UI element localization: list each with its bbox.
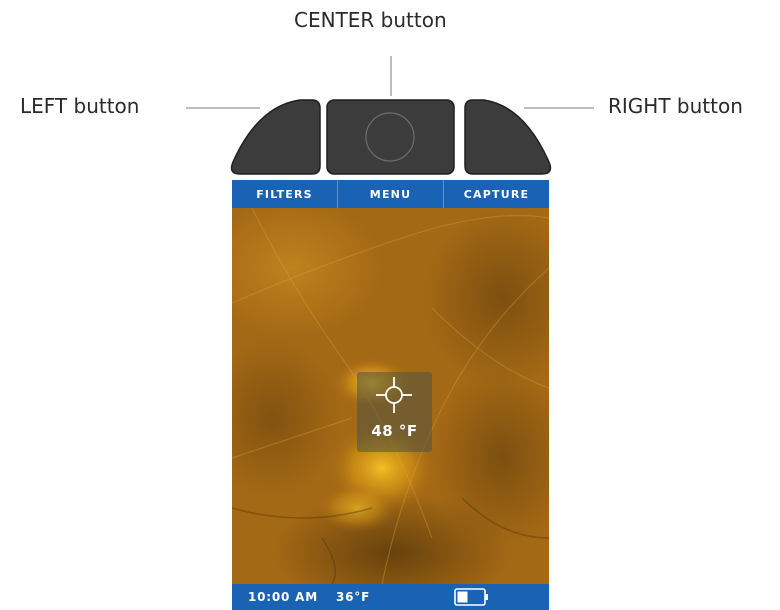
right-button[interactable] bbox=[464, 99, 552, 175]
softkey-bar: FILTERS MENU CAPTURE bbox=[232, 180, 549, 208]
clock-readout: 10:00 AM bbox=[248, 590, 319, 604]
device-screen: FILTERS MENU CAPTURE 48 °F 10:00 AM 36°F bbox=[232, 180, 549, 610]
ambient-temperature: 36°F bbox=[336, 590, 371, 604]
center-button[interactable] bbox=[326, 99, 455, 175]
left-button[interactable] bbox=[230, 99, 321, 175]
softkey-filters[interactable]: FILTERS bbox=[232, 180, 338, 208]
spot-meter: 48 °F bbox=[357, 372, 432, 452]
status-bar: 10:00 AM 36°F bbox=[232, 584, 549, 610]
softkey-capture[interactable]: CAPTURE bbox=[444, 180, 549, 208]
spot-temperature: 48 °F bbox=[371, 422, 418, 440]
crosshair-icon bbox=[376, 377, 412, 413]
battery-icon bbox=[454, 588, 488, 606]
softkey-menu[interactable]: MENU bbox=[338, 180, 444, 208]
hardware-buttons bbox=[230, 99, 552, 175]
